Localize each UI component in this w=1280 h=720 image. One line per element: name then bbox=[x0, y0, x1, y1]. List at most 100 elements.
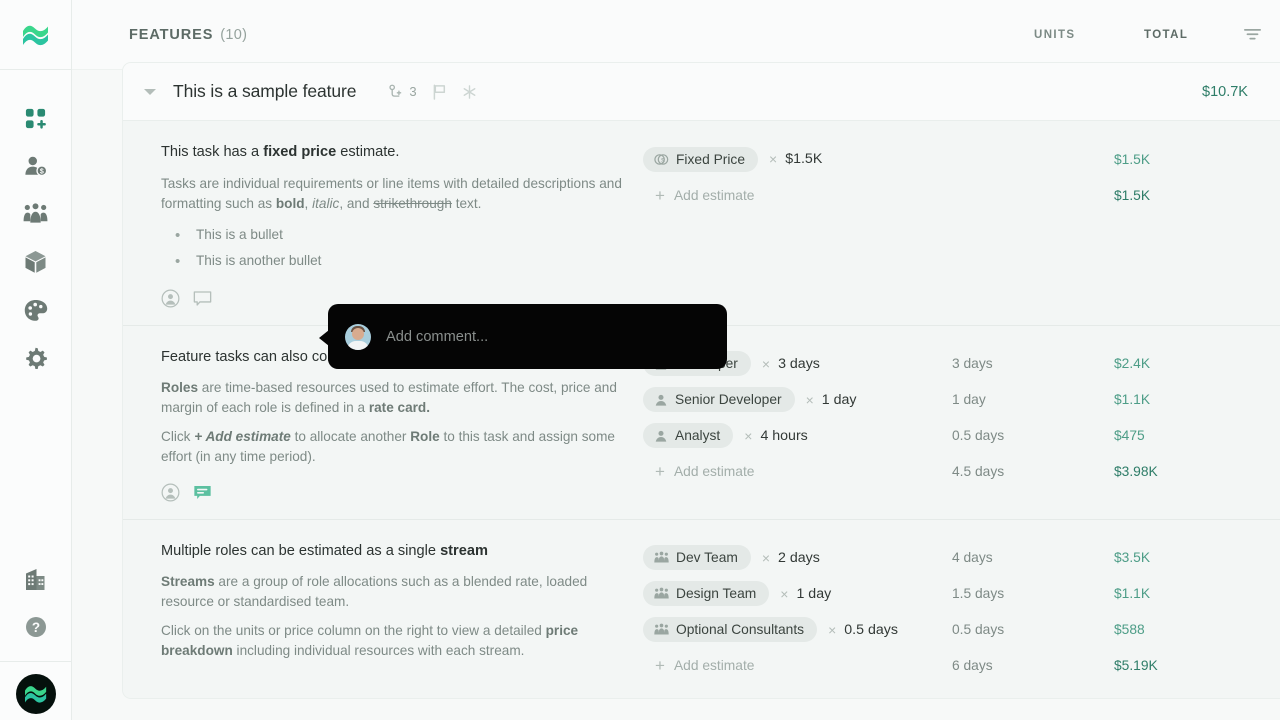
estimate-chip-label: Optional Consultants bbox=[676, 622, 805, 638]
estimate-quantity[interactable]: 4 hours bbox=[760, 428, 807, 444]
estimate-multiply-symbol: × bbox=[828, 621, 837, 638]
estimate-units[interactable]: 1.5 days bbox=[952, 586, 1114, 601]
feature-header-row[interactable]: This is a sample feature 3 $10.7K bbox=[123, 63, 1280, 121]
estimate-total[interactable]: $1.5K bbox=[1114, 152, 1194, 167]
sidebar-item-help[interactable]: ? bbox=[0, 603, 72, 651]
add-estimate-button[interactable]: + Add estimate bbox=[643, 657, 754, 674]
estimate-units[interactable]: 0.5 days bbox=[952, 622, 1114, 637]
task-description: Roles are time-based resources used to e… bbox=[161, 380, 617, 416]
task-comment-button[interactable] bbox=[193, 290, 212, 308]
filter-button[interactable] bbox=[1224, 27, 1280, 42]
sidebar-item-organisation[interactable] bbox=[0, 555, 72, 603]
feature-asterisk-button[interactable] bbox=[456, 80, 483, 104]
estimate-chip-wrap: Dev Team × 2 days bbox=[642, 545, 952, 571]
task-title-pre: This task has a bbox=[161, 144, 264, 160]
task-title[interactable]: This task has a fixed price estimate. bbox=[161, 143, 622, 163]
task-price-total[interactable]: $3.98K bbox=[1114, 464, 1194, 479]
estimate-quantity[interactable]: $1.5K bbox=[785, 151, 822, 167]
estimate-units[interactable]: 1 day bbox=[952, 392, 1114, 407]
add-comment-input[interactable]: Add comment... bbox=[386, 329, 488, 345]
add-estimate-wrap: + Add estimate bbox=[642, 187, 952, 204]
estimate-chip[interactable]: Senior Developer bbox=[643, 387, 795, 413]
feature-total-value[interactable]: $10.7K bbox=[1202, 84, 1280, 100]
sidebar-item-dashboard[interactable] bbox=[0, 94, 72, 142]
user-avatar-wave-icon bbox=[24, 686, 46, 703]
table-header: FEATURES (10) UNITS TOTAL bbox=[72, 0, 1280, 70]
grid-plus-icon bbox=[25, 108, 46, 129]
estimate-chip-wrap: Design Team × 1 day bbox=[642, 581, 952, 607]
feature-count: (10) bbox=[220, 26, 248, 43]
estimate-units[interactable]: 4 days bbox=[952, 550, 1114, 565]
column-header-units: UNITS bbox=[1034, 28, 1076, 41]
estimate-chip[interactable]: $ Fixed Price bbox=[643, 146, 759, 172]
feature-collapse-button[interactable] bbox=[130, 72, 170, 112]
plus-icon: + bbox=[655, 185, 665, 205]
app-logo[interactable] bbox=[0, 0, 72, 70]
add-estimate-button[interactable]: + Add estimate bbox=[643, 463, 754, 480]
add-comment-tooltip[interactable]: Add comment... bbox=[319, 304, 727, 369]
user-avatar-button[interactable] bbox=[15, 674, 56, 714]
estimate-quantity[interactable]: 1 day bbox=[822, 392, 857, 408]
estimate-chip[interactable]: Optional Consultants bbox=[643, 617, 818, 643]
add-estimate-button[interactable]: + Add estimate bbox=[643, 187, 754, 204]
sidebar-item-settings[interactable] bbox=[0, 334, 72, 382]
estimate-multiply-symbol: × bbox=[744, 427, 753, 444]
box-package-icon bbox=[25, 251, 46, 273]
people-group-icon bbox=[23, 203, 48, 223]
estimate-quantity[interactable]: 0.5 days bbox=[844, 622, 898, 638]
wave-logo-icon bbox=[22, 25, 48, 45]
estimate-quantity[interactable]: 2 days bbox=[778, 550, 820, 566]
task-comment-button[interactable] bbox=[193, 484, 212, 502]
sidebar-item-products[interactable] bbox=[0, 238, 72, 286]
task-details: This task has a fixed price estimate. Ta… bbox=[123, 121, 642, 325]
estimate-chip-wrap: $ Fixed Price × $1.5K bbox=[642, 146, 952, 172]
estimate-total[interactable]: $3.5K bbox=[1114, 550, 1194, 565]
add-estimate-label: Add estimate bbox=[673, 464, 755, 480]
column-header-total: TOTAL bbox=[1144, 28, 1189, 41]
estimate-total[interactable]: $1.1K bbox=[1114, 392, 1194, 407]
sidebar-bottom: ? bbox=[0, 555, 72, 720]
task-title-post: estimate. bbox=[336, 144, 400, 160]
estimate-chip-wrap: Senior Developer × 1 day bbox=[642, 387, 952, 413]
task-estimates: Dev Team × 2 days 4 days $3.5K Design Te… bbox=[642, 520, 1280, 698]
task-units-total[interactable]: 4.5 days bbox=[952, 464, 1114, 479]
feature-flag-button[interactable] bbox=[426, 80, 453, 104]
estimate-quantity[interactable]: 3 days bbox=[778, 356, 820, 372]
task-assignee-button[interactable] bbox=[161, 289, 180, 308]
task-assignee-button[interactable] bbox=[161, 483, 180, 502]
task-action-bar bbox=[161, 481, 622, 505]
sidebar-item-branding[interactable] bbox=[0, 286, 72, 334]
sidebar-item-teams[interactable] bbox=[0, 190, 72, 238]
estimate-total[interactable]: $1.1K bbox=[1114, 586, 1194, 601]
add-estimate-label: Add estimate bbox=[673, 187, 755, 203]
task-units-total[interactable]: 6 days bbox=[952, 658, 1114, 673]
gear-icon bbox=[26, 347, 47, 369]
task-title[interactable]: Multiple roles can be estimated as a sin… bbox=[161, 542, 622, 562]
estimate-row: $ Fixed Price × $1.5K $1.5K bbox=[642, 141, 1280, 177]
estimate-multiply-symbol: × bbox=[769, 151, 778, 167]
task-price-total[interactable]: $1.5K bbox=[1114, 188, 1194, 203]
task-description: Streams are a group of role allocations … bbox=[161, 574, 588, 610]
estimate-chip[interactable]: Dev Team bbox=[643, 545, 751, 571]
estimate-chip[interactable]: Design Team bbox=[643, 581, 770, 607]
sidebar-divider bbox=[0, 661, 72, 662]
estimate-units[interactable]: 0.5 days bbox=[952, 428, 1114, 443]
estimate-total[interactable]: $588 bbox=[1114, 622, 1194, 637]
task-description-2: Click on the units or price column on th… bbox=[161, 623, 579, 658]
estimate-units[interactable]: 3 days bbox=[952, 356, 1114, 371]
estimate-multiply-symbol: × bbox=[761, 355, 771, 372]
feature-subtask-count: 3 bbox=[409, 84, 417, 99]
flag-icon bbox=[433, 83, 445, 100]
estimate-total[interactable]: $2.4K bbox=[1114, 356, 1194, 371]
estimate-footer-row: + Add estimate $1.5K bbox=[642, 177, 1280, 213]
sidebar-item-clients[interactable]: $ bbox=[0, 142, 72, 190]
add-estimate-wrap: + Add estimate bbox=[642, 463, 952, 480]
task-price-total[interactable]: $5.19K bbox=[1114, 658, 1194, 673]
avatar-face bbox=[352, 327, 364, 340]
feature-subtask-button[interactable]: 3 bbox=[383, 80, 422, 103]
estimate-row: Developer × 3 days 3 days $2.4K bbox=[642, 346, 1280, 382]
task-title-pre: Multiple roles can be estimated as a sin… bbox=[161, 542, 441, 559]
estimate-chip[interactable]: Analyst bbox=[643, 423, 734, 449]
estimate-quantity[interactable]: 1 day bbox=[796, 586, 831, 602]
estimate-total[interactable]: $475 bbox=[1114, 428, 1194, 443]
